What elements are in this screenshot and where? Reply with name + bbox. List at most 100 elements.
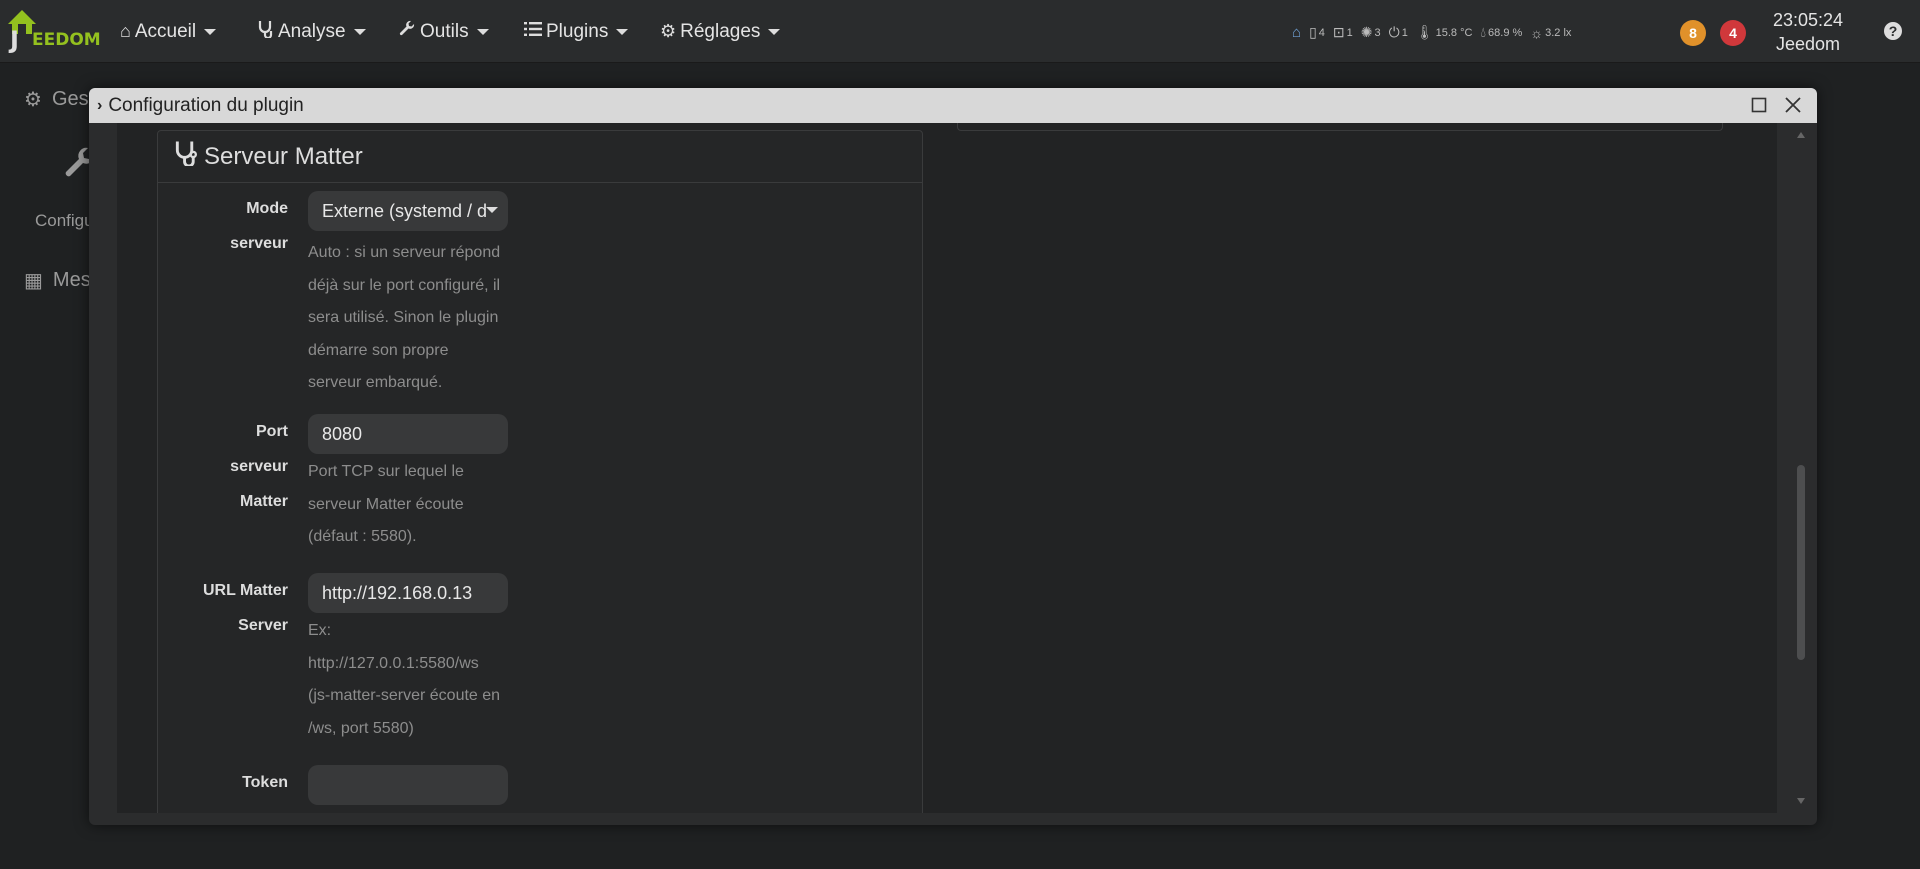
jeedom-logo[interactable]: J EEDOM	[8, 8, 101, 54]
port-help: Port TCP sur lequel le serveur Matter éc…	[308, 456, 518, 554]
table-icon: ▦	[24, 270, 43, 292]
menu-accueil-label: Accueil	[134, 20, 197, 42]
mode-select[interactable]: Externe (systemd / d	[308, 191, 508, 231]
clock-name: Jeedom	[1775, 34, 1841, 54]
door-icon: ▯	[1309, 24, 1317, 40]
summary-luminosity[interactable]: ☼ 3.2 lx	[1530, 25, 1571, 41]
token-label: Token	[242, 774, 288, 791]
mode-help-line: sera utilisé. Sinon le plugin	[308, 309, 499, 326]
humidity-value: 68.9 %	[1488, 26, 1523, 39]
logo-text: EEDOM	[32, 30, 101, 50]
temperature-value: 15.8 °C	[1435, 26, 1473, 39]
menu-analyse-label: Analyse	[278, 20, 346, 42]
scrollbar-thumb[interactable]	[1797, 465, 1805, 660]
url-label-line1: URL Matter	[202, 582, 288, 599]
url-help-line: (js-matter-server écoute en	[308, 687, 501, 704]
url-label: URL Matter Server	[178, 573, 288, 643]
summary-shutters[interactable]: ⊡ 1	[1333, 24, 1353, 41]
window-icon: ⊡	[1332, 24, 1345, 40]
logo-letter-j: J	[10, 26, 19, 54]
menu-outils[interactable]: Outils	[398, 0, 489, 63]
caret-down-icon	[476, 28, 489, 35]
summary-humidity[interactable]: 💧︎ 68.9 %	[1480, 24, 1522, 41]
summary-status-bar: ⌂ ▯ 4 ⊡ 1 ✺ 3 ⏻ 1 🌡︎ 15.8 °C 💧︎ 68.9 % ☼ 3.2 lx	[1292, 24, 1571, 41]
port-label-line1: Port	[256, 423, 288, 440]
port-label-line2: serveur	[230, 458, 288, 475]
menu-reglages-label: Réglages	[680, 20, 761, 42]
scroll-up-arrow-icon[interactable]	[1797, 132, 1805, 138]
lights-count: 3	[1374, 26, 1381, 39]
shutters-count: 1	[1346, 26, 1353, 39]
gear-icon: ⚙	[660, 21, 677, 41]
port-help-line: Port TCP sur lequel le	[308, 463, 464, 480]
mode-label-line2: serveur	[230, 235, 288, 252]
mode-help: Auto : si un serveur répond déjà sur le …	[308, 237, 518, 400]
luminosity-value: 3.2 lx	[1545, 26, 1572, 39]
menu-accueil[interactable]: ⌂ Accueil	[120, 0, 217, 63]
bg-gestion-heading: ⚙ Ges	[24, 87, 89, 112]
menu-plugins-label: Plugins	[546, 20, 609, 42]
droplet-icon: 💧︎	[1480, 24, 1487, 40]
outlets-count: 1	[1401, 26, 1408, 39]
port-help-line: (défaut : 5580).	[308, 528, 417, 545]
port-input[interactable]: 8080	[308, 414, 508, 454]
top-navbar: J EEDOM ⌂ Accueil Analyse Outils Plugins…	[0, 0, 1920, 63]
tasks-icon	[524, 21, 542, 42]
clock[interactable]: 23:05:24 Jeedom	[1768, 8, 1848, 56]
error-badge[interactable]: 4	[1720, 20, 1746, 46]
maximize-icon[interactable]	[1748, 94, 1770, 116]
menu-plugins[interactable]: Plugins	[524, 0, 629, 63]
url-help-line: /ws, port 5580)	[308, 719, 414, 737]
plugin-config-modal: › Configuration du plugin Serveur Matter…	[89, 88, 1817, 825]
caret-down-icon	[768, 28, 781, 35]
mode-select-value: Externe (systemd / d	[322, 201, 488, 221]
home-summary-icon: ⌂	[1292, 24, 1302, 41]
scroll-down-arrow-icon[interactable]	[1797, 798, 1805, 804]
url-help: Ex: http://127.0.0.1:5580/ws (js-matter-…	[308, 615, 518, 745]
url-help-line: Ex:	[308, 622, 332, 639]
chevron-down-icon	[486, 207, 498, 213]
token-input[interactable]	[308, 765, 508, 805]
matter-server-panel: Serveur Matter Mode serveur Externe (sys…	[157, 130, 923, 813]
sun-icon: ☼	[1530, 24, 1544, 41]
wrench-icon	[398, 20, 416, 43]
mode-label-line1: Mode	[246, 200, 288, 217]
modal-title: Configuration du plugin	[108, 94, 304, 116]
mode-label: Mode serveur	[178, 191, 288, 261]
stethoscope-icon	[258, 20, 274, 43]
clock-time: 23:05:24	[1772, 10, 1844, 30]
gear-icon: ⚙	[24, 89, 42, 111]
menu-analyse[interactable]: Analyse	[258, 0, 366, 63]
mode-help-line: démarre son propre	[308, 341, 449, 359]
bg-config-label: Configu	[35, 211, 94, 230]
summary-outlets[interactable]: ⏻ 1	[1389, 24, 1408, 41]
close-icon[interactable]	[1782, 94, 1804, 116]
mode-help-line: déjà sur le port configuré, il	[308, 276, 501, 294]
caret-down-icon	[204, 28, 217, 35]
caret-down-icon	[353, 28, 366, 35]
url-input[interactable]: http://192.168.0.13	[308, 573, 508, 613]
help-icon[interactable]: ?	[1884, 22, 1902, 40]
warning-badge[interactable]: 8	[1680, 20, 1706, 46]
bg-mes-heading: ▦ Mes	[24, 268, 91, 293]
modal-body: Serveur Matter Mode serveur Externe (sys…	[117, 123, 1777, 813]
lightbulb-icon: ✺	[1360, 24, 1373, 40]
caret-down-icon	[616, 28, 629, 35]
summary-openings[interactable]: ▯ 4	[1309, 24, 1325, 41]
openings-count: 4	[1318, 26, 1325, 39]
menu-reglages[interactable]: ⚙ Réglages	[660, 0, 781, 63]
port-label-line3: Matter	[239, 493, 288, 510]
mode-help-line: Auto : si un serveur répond	[308, 244, 501, 261]
thermometer-icon: 🌡︎	[1415, 24, 1434, 40]
chevron-right-icon[interactable]: ›	[97, 97, 102, 115]
summary-lights[interactable]: ✺ 3	[1361, 24, 1381, 41]
modal-scrollbar[interactable]	[1794, 126, 1808, 816]
bg-mes-label: Mes	[52, 269, 91, 291]
home-icon: ⌂	[120, 21, 131, 41]
port-label: Port serveur Matter	[178, 414, 288, 519]
port-help-line: serveur Matter écoute	[308, 495, 464, 513]
modal-header[interactable]: › Configuration du plugin	[89, 88, 1817, 123]
summary-home[interactable]: ⌂	[1292, 24, 1301, 41]
menu-outils-label: Outils	[420, 20, 469, 42]
summary-temperature[interactable]: 🌡︎ 15.8 °C	[1416, 24, 1473, 41]
